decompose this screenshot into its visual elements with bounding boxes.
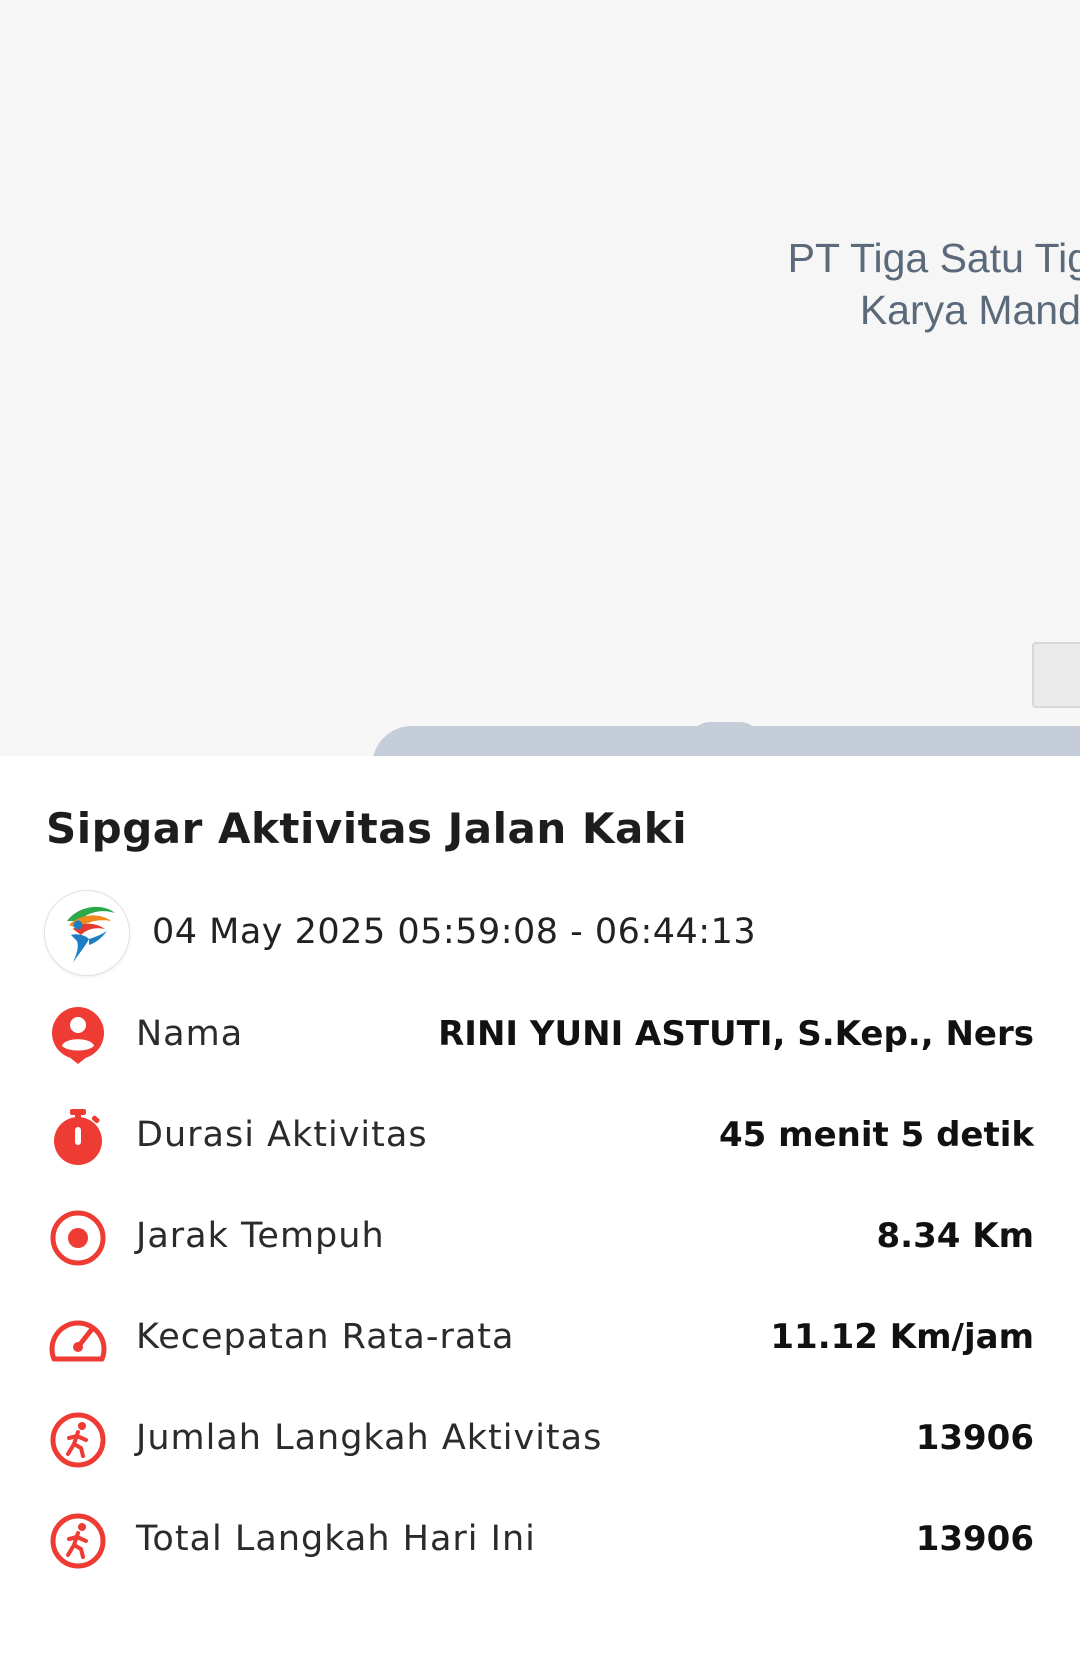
stat-label: Durasi Aktivitas xyxy=(136,1115,428,1155)
walking-icon xyxy=(50,1513,106,1569)
map-building xyxy=(1032,642,1080,708)
stat-value: 13906 xyxy=(915,1418,1034,1458)
map-view[interactable]: PT Tiga Satu Tig Karya Mandi xyxy=(0,0,1080,756)
stat-value: 8.34 Km xyxy=(876,1216,1035,1256)
stat-row-jumlah-langkah: Jumlah Langkah Aktivitas 13906 xyxy=(0,1400,1080,1480)
map-road xyxy=(372,726,1080,756)
stat-row-nama: Nama RINI YUNI ASTUTI, S.Kep., Ners xyxy=(0,996,1080,1076)
stat-label: Jumlah Langkah Aktivitas xyxy=(136,1418,603,1458)
stopwatch-icon xyxy=(54,1109,102,1165)
target-icon xyxy=(50,1210,106,1266)
stat-label: Kecepatan Rata-rata xyxy=(136,1317,515,1357)
map-place-line-1: PT Tiga Satu Tig xyxy=(787,235,1080,281)
stat-label: Jarak Tempuh xyxy=(136,1216,385,1256)
stat-row-total-langkah: Total Langkah Hari Ini 13906 xyxy=(0,1501,1080,1581)
stat-label: Total Langkah Hari Ini xyxy=(136,1519,536,1559)
stat-value: 45 menit 5 detik xyxy=(719,1115,1034,1155)
person-pin-icon xyxy=(52,1007,104,1064)
map-place-line-2: Karya Mandi xyxy=(859,287,1080,333)
activity-summary-sheet: Sipgar Aktivitas Jalan Kaki 04 May 2025 … xyxy=(0,756,1080,1668)
walking-icon xyxy=(50,1412,106,1468)
stat-row-kecepatan: Kecepatan Rata-rata 11.12 Km/jam xyxy=(0,1299,1080,1379)
stat-value: 13906 xyxy=(915,1519,1034,1559)
stat-value: RINI YUNI ASTUTI, S.Kep., Ners xyxy=(438,1014,1034,1054)
stat-row-jarak: Jarak Tempuh 8.34 Km xyxy=(0,1198,1080,1278)
app-logo-icon xyxy=(44,890,130,976)
stat-value: 11.12 Km/jam xyxy=(770,1317,1034,1357)
activity-title: Sipgar Aktivitas Jalan Kaki xyxy=(46,804,688,853)
stat-row-durasi: Durasi Aktivitas 45 menit 5 detik xyxy=(0,1097,1080,1177)
speedometer-icon xyxy=(49,1320,107,1362)
activity-datetime: 04 May 2025 05:59:08 - 06:44:13 xyxy=(152,912,757,952)
map-place-label: PT Tiga Satu Tig Karya Mandi xyxy=(788,232,1080,336)
stat-label: Nama xyxy=(136,1014,244,1054)
